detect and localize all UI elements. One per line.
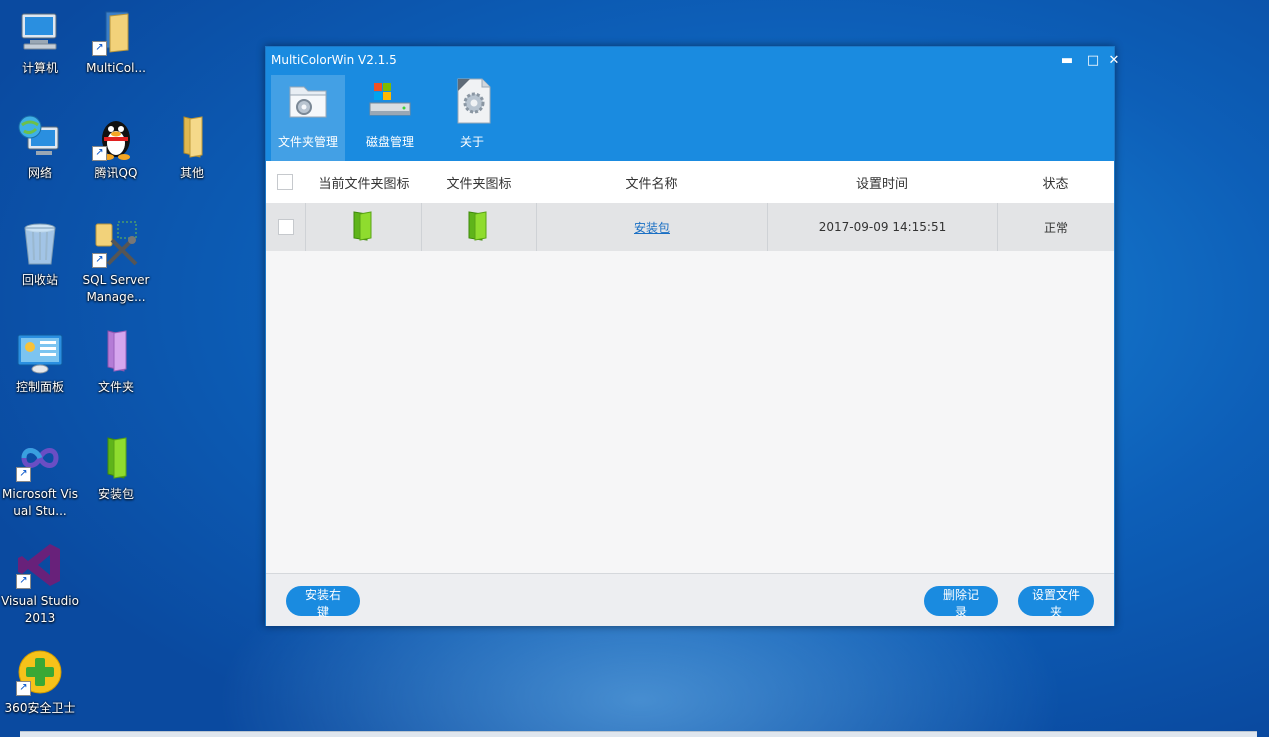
- table-empty-area: [266, 251, 1114, 573]
- desktop-icon-label: 安装包: [97, 487, 134, 501]
- desktop-icon-label: 计算机: [21, 61, 58, 75]
- file-name-link[interactable]: 安装包: [634, 219, 670, 236]
- green-folder-icon: [351, 210, 377, 245]
- shortcut-arrow-icon: ↗: [16, 681, 31, 696]
- shortcut-arrow-icon: ↗: [92, 41, 107, 56]
- folder-icon-cell: [422, 203, 537, 251]
- desktop-icon-folder-purple[interactable]: 文件夹: [76, 327, 156, 396]
- column-header[interactable]: 当前文件夹图标: [304, 161, 424, 203]
- desktop-icon-control-panel[interactable]: 控制面板: [0, 327, 80, 396]
- tab-disk-management[interactable]: 磁盘管理: [353, 75, 427, 161]
- window-title: MultiColorWin V2.1.5: [271, 53, 397, 67]
- column-header[interactable]: 状态: [997, 161, 1114, 203]
- sql-server-tools-icon: ↗: [92, 220, 140, 268]
- close-button[interactable]: ✕: [1104, 50, 1124, 72]
- table-row[interactable]: 安装包 2017-09-09 14:15:51 正常: [266, 203, 1114, 251]
- shortcut-arrow-icon: ↗: [16, 467, 31, 482]
- desktop-icon-label: 腾讯QQ: [94, 166, 138, 180]
- file-name-cell: 安装包: [537, 203, 768, 251]
- minimize-icon: [1054, 50, 1080, 72]
- recycle-bin-icon: [16, 220, 64, 268]
- network-icon: [16, 113, 64, 161]
- folder-gear-icon: [284, 77, 332, 125]
- desktop-icon-network[interactable]: 网络: [0, 113, 80, 182]
- hard-disk-icon: [366, 77, 414, 125]
- tab-label: 磁盘管理: [365, 135, 414, 149]
- tab-about[interactable]: 关于: [435, 75, 509, 161]
- qq-penguin-icon: ↗: [92, 113, 140, 161]
- tab-folder-management[interactable]: 文件夹管理: [271, 75, 345, 161]
- row-select-cell: [266, 203, 306, 251]
- settings-document-icon: [448, 77, 496, 125]
- desktop-icon-other[interactable]: 其他: [152, 113, 232, 182]
- column-header[interactable]: 文件夹图标: [421, 161, 537, 203]
- desktop-icon-label: 360安全卫士: [4, 701, 76, 715]
- desktop-icon-recycle-bin[interactable]: 回收站: [0, 220, 80, 289]
- set-time-cell: 2017-09-09 14:15:51: [768, 203, 998, 251]
- tab-label: 文件夹管理: [277, 135, 338, 149]
- current-folder-icon-cell: [306, 203, 422, 251]
- header-select-all: [266, 161, 304, 203]
- row-checkbox[interactable]: [277, 219, 294, 235]
- control-panel-icon: [16, 327, 64, 375]
- desktop-icon-visual-studio-installer[interactable]: ↗ Microsoft Visual Stu...: [0, 434, 80, 520]
- desktop-icon-installer-package[interactable]: 安装包: [76, 434, 156, 503]
- folder-icon: ↗: [92, 8, 140, 56]
- delete-records-button[interactable]: 删除记录: [924, 586, 998, 619]
- desktop-icon-multicolorwin[interactable]: ↗ MultiCol...: [76, 8, 156, 77]
- desktop-icon-label: 文件夹: [97, 380, 134, 394]
- green-folder-icon: [92, 434, 140, 482]
- status-cell: 正常: [1043, 220, 1068, 235]
- desktop-icon-label: 回收站: [21, 273, 58, 287]
- install-context-menu-button[interactable]: 安装右键: [286, 586, 360, 619]
- desktop-icon-computer[interactable]: 计算机: [0, 8, 80, 77]
- desktop-icon-label: SQL Server Manage...: [82, 273, 150, 304]
- desktop-icon-visual-studio-2013[interactable]: ↗ Visual Studio 2013: [0, 541, 80, 627]
- set-folder-button[interactable]: 设置文件夹: [1018, 586, 1094, 619]
- select-all-checkbox[interactable]: [277, 174, 293, 190]
- maximize-button[interactable]: □: [1080, 50, 1106, 72]
- 360-security-icon: ↗: [16, 648, 64, 696]
- desktop-icon-label: 控制面板: [15, 380, 64, 394]
- yellow-folder-icon: [168, 113, 216, 161]
- desktop-icon-label: MultiCol...: [86, 61, 146, 75]
- column-header[interactable]: 文件名称: [536, 161, 767, 203]
- desktop-icon-label: 其他: [179, 166, 204, 180]
- desktop-icon-label: 网络: [27, 166, 52, 180]
- visual-studio-infinity-icon: ↗: [16, 434, 64, 482]
- titlebar[interactable]: MultiColorWin V2.1.5 ▬ □ ✕ 文件夹管理 磁盘管理 关于: [266, 47, 1119, 161]
- column-header[interactable]: 设置时间: [767, 161, 997, 203]
- desktop-icon-label: Visual Studio 2013: [1, 594, 79, 625]
- green-folder-icon: [466, 210, 492, 245]
- desktop-icon-360-security[interactable]: ↗ 360安全卫士: [0, 648, 80, 717]
- purple-folder-icon: [92, 327, 140, 375]
- tab-label: 关于: [459, 135, 484, 149]
- visual-studio-icon: ↗: [16, 541, 64, 589]
- shortcut-arrow-icon: ↗: [92, 253, 107, 268]
- desktop-icon-sql-server[interactable]: ↗ SQL Server Manage...: [76, 220, 156, 306]
- computer-icon: [16, 8, 64, 56]
- shortcut-arrow-icon: ↗: [92, 146, 107, 161]
- table-header: 当前文件夹图标 文件夹图标 文件名称 设置时间 状态: [266, 161, 1114, 203]
- desktop-icon-qq[interactable]: ↗ 腾讯QQ: [76, 113, 156, 182]
- horizontal-scrollbar[interactable]: [20, 731, 1257, 737]
- window-footer: 安装右键 删除记录 设置文件夹: [266, 573, 1114, 626]
- shortcut-arrow-icon: ↗: [16, 574, 31, 589]
- desktop-icon-label: Microsoft Visual Stu...: [2, 487, 78, 518]
- multicolorwin-window: MultiColorWin V2.1.5 ▬ □ ✕ 文件夹管理 磁盘管理 关于…: [265, 46, 1119, 626]
